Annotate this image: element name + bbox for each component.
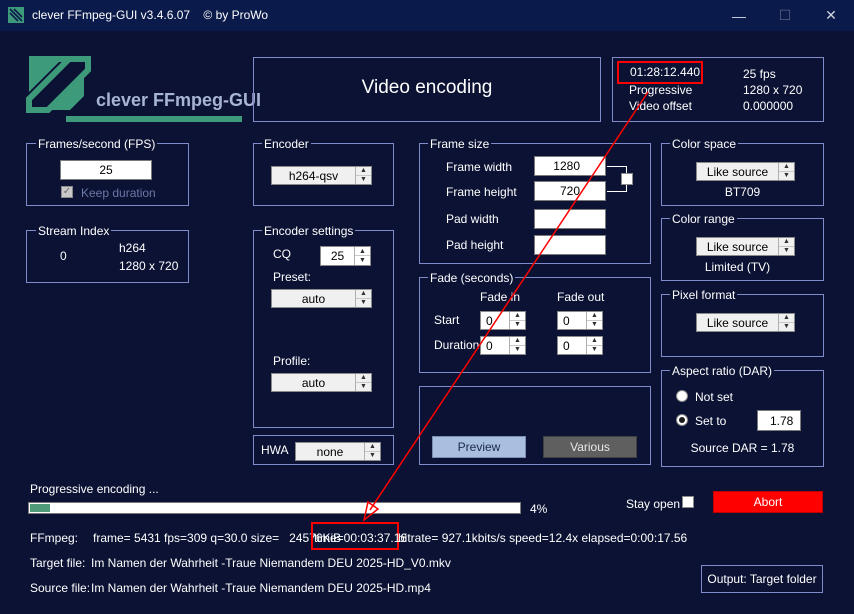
annotation-arrow bbox=[362, 91, 649, 522]
